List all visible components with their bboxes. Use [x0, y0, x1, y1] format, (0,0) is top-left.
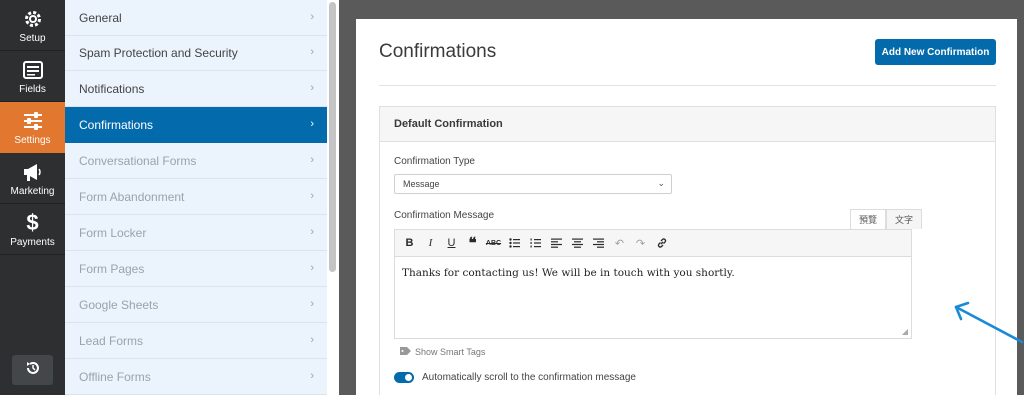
- align-right-icon[interactable]: [588, 233, 609, 254]
- sliders-icon: [22, 110, 44, 132]
- bullet-list-icon[interactable]: [504, 233, 525, 254]
- nav-item-conversational-forms[interactable]: Conversational Forms ›: [65, 143, 327, 179]
- annotation-arrow: [954, 301, 1024, 344]
- nav-item-offline-forms[interactable]: Offline Forms ›: [65, 359, 327, 395]
- rail-item-settings[interactable]: Settings: [0, 102, 65, 153]
- chevron-down-icon: ⌄: [657, 178, 665, 188]
- add-new-confirmation-button[interactable]: Add New Confirmation: [875, 39, 996, 65]
- tab-text[interactable]: 文字: [886, 209, 923, 229]
- align-center-icon[interactable]: [567, 233, 588, 254]
- editor-toolbar: B I U ❝ ABC ↶ ↷: [395, 230, 911, 257]
- nav-item-form-pages[interactable]: Form Pages ›: [65, 251, 327, 287]
- auto-scroll-label: Automatically scroll to the confirmation…: [422, 372, 636, 383]
- nav-item-google-sheets[interactable]: Google Sheets ›: [65, 287, 327, 323]
- resize-handle-icon[interactable]: ◢: [902, 327, 908, 336]
- rail-item-setup[interactable]: Setup: [0, 0, 65, 51]
- rail-item-label: Payments: [10, 236, 55, 248]
- confirmation-message-label: Confirmation Message: [394, 210, 495, 221]
- show-smart-tags-link[interactable]: Show Smart Tags: [400, 347, 485, 357]
- chevron-right-icon: ›: [310, 334, 314, 346]
- nav-item-label: General: [79, 10, 122, 25]
- nav-scrollbar[interactable]: [327, 0, 339, 395]
- nav-item-confirmations[interactable]: Confirmations ›: [65, 107, 327, 143]
- link-icon[interactable]: [651, 233, 672, 254]
- message-editor: B I U ❝ ABC ↶ ↷ Thanks for contacting us…: [394, 229, 912, 339]
- nav-item-label: Form Pages: [79, 261, 145, 276]
- nav-item-lead-forms[interactable]: Lead Forms ›: [65, 323, 327, 359]
- revisions-button[interactable]: [12, 355, 53, 385]
- tab-visual[interactable]: 預覽: [850, 209, 887, 229]
- bold-icon[interactable]: B: [399, 233, 420, 254]
- chevron-right-icon: ›: [310, 190, 314, 202]
- blockquote-icon[interactable]: ❝: [462, 233, 483, 254]
- divider: [379, 85, 996, 86]
- smart-tags-label: Show Smart Tags: [415, 347, 486, 357]
- strikethrough-icon[interactable]: ABC: [483, 233, 504, 254]
- page-title: Confirmations: [379, 41, 497, 62]
- rail-item-label: Settings: [14, 134, 51, 146]
- rail-item-marketing[interactable]: Marketing: [0, 153, 65, 204]
- nav-item-notifications[interactable]: Notifications ›: [65, 71, 327, 107]
- gear-icon: [22, 8, 44, 30]
- default-confirmation-section: Default Confirmation Confirmation Type M…: [379, 106, 996, 395]
- chevron-right-icon: ›: [310, 82, 314, 94]
- chevron-right-icon: ›: [310, 11, 314, 23]
- nav-item-label: Form Locker: [79, 225, 147, 240]
- megaphone-icon: [22, 161, 44, 183]
- message-content[interactable]: Thanks for contacting us! We will be in …: [395, 257, 911, 289]
- underline-icon[interactable]: U: [441, 233, 462, 254]
- align-left-icon[interactable]: [546, 233, 567, 254]
- nav-item-label: Confirmations: [79, 117, 154, 132]
- italic-icon[interactable]: I: [420, 233, 441, 254]
- builder-sidebar: Setup Fields Settings Marketing $ Paymen…: [0, 0, 65, 395]
- nav-item-label: Conversational Forms: [79, 153, 197, 168]
- rail-item-label: Marketing: [10, 185, 55, 197]
- redo-icon[interactable]: ↷: [630, 233, 651, 254]
- auto-scroll-toggle[interactable]: [394, 372, 414, 383]
- select-value: Message: [403, 179, 440, 189]
- chevron-right-icon: ›: [310, 118, 314, 130]
- nav-item-general[interactable]: General ›: [65, 0, 327, 36]
- confirmation-type-label: Confirmation Type: [394, 156, 475, 167]
- nav-item-label: Spam Protection and Security: [79, 45, 238, 60]
- chevron-right-icon: ›: [310, 154, 314, 166]
- scrollbar-thumb[interactable]: [329, 2, 336, 272]
- chevron-right-icon: ›: [310, 262, 314, 274]
- rail-item-fields[interactable]: Fields: [0, 51, 65, 102]
- confirmation-type-select[interactable]: Message ⌄: [394, 174, 672, 194]
- settings-nav: General › Spam Protection and Security › N…: [65, 0, 327, 395]
- list-icon: [22, 59, 44, 81]
- rail-item-label: Fields: [19, 83, 46, 95]
- editor-tabs: 預覽 文字: [850, 209, 923, 229]
- auto-scroll-setting: Automatically scroll to the confirmation…: [394, 372, 636, 383]
- nav-item-label: Offline Forms: [79, 369, 151, 384]
- confirmations-panel: Confirmations Add New Confirmation Defau…: [356, 19, 1024, 395]
- rail-item-label: Setup: [19, 32, 46, 44]
- nav-item-spam-protection[interactable]: Spam Protection and Security ›: [65, 35, 327, 71]
- chevron-right-icon: ›: [310, 226, 314, 238]
- tag-icon: [400, 347, 411, 357]
- dollar-icon: $: [26, 209, 39, 235]
- nav-item-form-abandonment[interactable]: Form Abandonment ›: [65, 179, 327, 215]
- numbered-list-icon[interactable]: [525, 233, 546, 254]
- history-icon: [25, 360, 41, 381]
- rail-item-payments[interactable]: $ Payments: [0, 204, 65, 255]
- undo-icon[interactable]: ↶: [609, 233, 630, 254]
- nav-item-label: Google Sheets: [79, 297, 159, 312]
- chevron-right-icon: ›: [310, 46, 314, 58]
- nav-item-label: Form Abandonment: [79, 189, 185, 204]
- nav-item-label: Notifications: [79, 81, 145, 96]
- chevron-right-icon: ›: [310, 370, 314, 382]
- chevron-right-icon: ›: [310, 298, 314, 310]
- toggle-knob: [405, 374, 412, 381]
- nav-item-label: Lead Forms: [79, 333, 144, 348]
- section-title: Default Confirmation: [380, 107, 995, 142]
- nav-item-form-locker[interactable]: Form Locker ›: [65, 215, 327, 251]
